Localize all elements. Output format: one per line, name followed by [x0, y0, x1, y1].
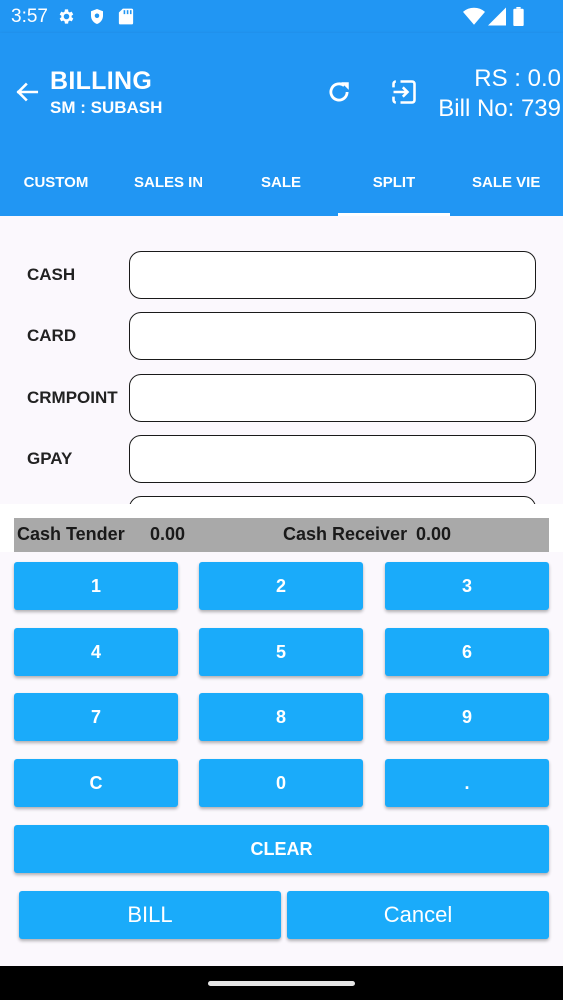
tab-split[interactable]: SPLIT — [338, 163, 450, 216]
gear-icon — [57, 7, 76, 31]
sd-card-icon — [118, 7, 134, 31]
key-3[interactable]: 3 — [385, 562, 549, 610]
gpay-label: GPAY — [27, 449, 73, 468]
shield-icon — [88, 7, 106, 31]
card-label: CARD — [27, 326, 77, 345]
bill-number: Bill No: 739 — [438, 95, 561, 122]
key-8[interactable]: 8 — [199, 693, 363, 741]
tab-sale-view[interactable]: SALE VIE — [450, 163, 562, 216]
status-time: 3:57 — [11, 6, 48, 27]
key-4[interactable]: 4 — [14, 628, 178, 676]
signal-icon — [488, 7, 506, 31]
cash-tender-label: Cash Tender — [17, 524, 125, 544]
cash-summary-bar: Cash Tender 0.00 Cash Receiver 0.00 — [14, 518, 549, 552]
key-0[interactable]: 0 — [199, 759, 363, 807]
status-bar: 3:57 — [0, 0, 563, 33]
page-title: BILLING — [50, 67, 153, 95]
refresh-icon[interactable] — [326, 79, 352, 110]
cash-input[interactable] — [129, 251, 536, 299]
key-c[interactable]: C — [14, 759, 178, 807]
key-dot[interactable]: . — [385, 759, 549, 807]
key-6[interactable]: 6 — [385, 628, 549, 676]
tab-bar: CUSTOM SALES IN SALE SPLIT SALE VIE — [0, 163, 563, 216]
app-bar: BILLING SM : SUBASH RS : 0.0 Bill No: 73… — [0, 33, 563, 216]
card-row: CARD — [0, 312, 563, 360]
gpay-row: GPAY — [0, 435, 563, 483]
cancel-button[interactable]: Cancel — [287, 891, 549, 939]
tab-sales-info[interactable]: SALES IN — [112, 163, 224, 216]
gpay-input[interactable] — [129, 435, 536, 483]
card-input[interactable] — [129, 312, 536, 360]
split-payment-form: CASH CARD CRMPOINT GPAY — [0, 216, 563, 504]
salesman-label: SM : SUBASH — [50, 98, 163, 117]
cash-receiver-value: 0.00 — [416, 524, 452, 544]
system-nav-bar — [0, 966, 563, 1000]
cash-row: CASH — [0, 251, 563, 299]
home-gesture-handle[interactable] — [208, 981, 355, 986]
tab-customer[interactable]: CUSTOM — [0, 163, 112, 216]
cash-label: CASH — [27, 265, 76, 284]
key-5[interactable]: 5 — [199, 628, 363, 676]
bill-amount: RS : 0.0 — [474, 65, 561, 92]
key-1[interactable]: 1 — [14, 562, 178, 610]
key-7[interactable]: 7 — [14, 693, 178, 741]
key-2[interactable]: 2 — [199, 562, 363, 610]
battery-icon — [513, 7, 524, 31]
crmpoint-row: CRMPOINT — [0, 374, 563, 422]
back-arrow-icon[interactable] — [14, 79, 40, 110]
partial-row — [0, 496, 563, 504]
key-9[interactable]: 9 — [385, 693, 549, 741]
tab-sale[interactable]: SALE — [225, 163, 337, 216]
exit-icon[interactable] — [390, 78, 418, 111]
cash-tender-value: 0.00 — [150, 524, 186, 544]
crmpoint-label: CRMPOINT — [27, 388, 118, 407]
crmpoint-input[interactable] — [129, 374, 536, 422]
cash-receiver-label: Cash Receiver — [283, 524, 408, 544]
wifi-icon — [463, 7, 485, 31]
bill-button[interactable]: BILL — [19, 891, 281, 939]
partial-input[interactable] — [129, 496, 536, 504]
clear-button[interactable]: CLEAR — [14, 825, 549, 873]
